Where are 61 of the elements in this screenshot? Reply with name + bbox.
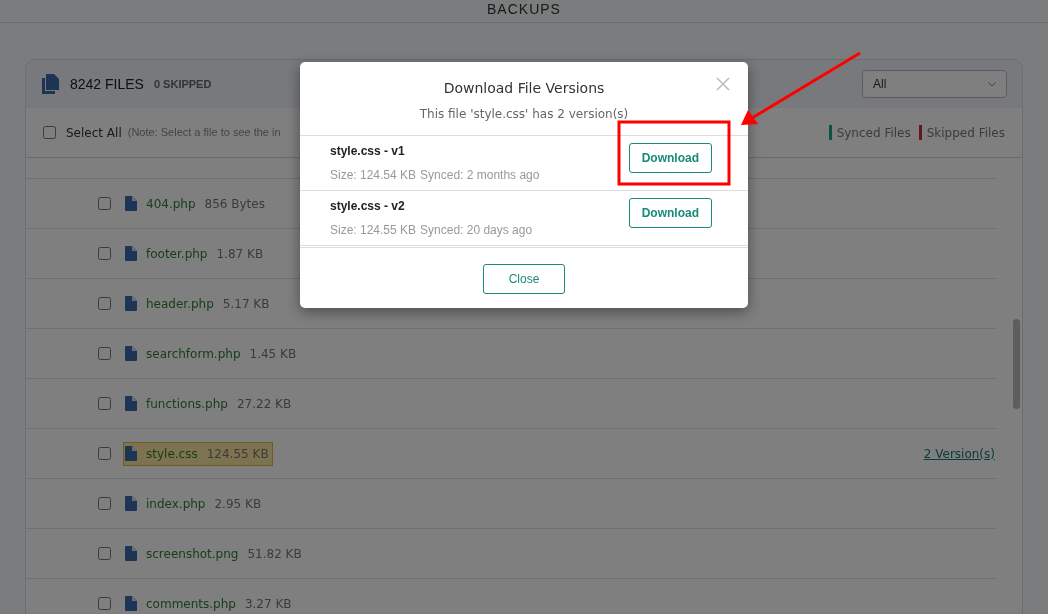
- version-name: style.css - v1: [330, 143, 406, 160]
- filter-dropdown[interactable]: All: [862, 70, 1007, 98]
- legend-label: Synced Files: [836, 124, 911, 142]
- file-size: 3.27 KB: [244, 595, 292, 613]
- file-checkbox[interactable]: [98, 547, 111, 560]
- file-size: 124.55 KB: [206, 445, 269, 463]
- document-icon: [41, 74, 60, 94]
- file-name[interactable]: header.php: [146, 294, 214, 313]
- file-size: 51.82 KB: [247, 545, 302, 563]
- select-all-checkbox[interactable]: [43, 126, 56, 139]
- file-size: 1.45 KB: [249, 345, 297, 363]
- file-name[interactable]: comments.php: [146, 594, 236, 613]
- file-name[interactable]: index.php: [146, 494, 206, 513]
- file-checkbox[interactable]: [98, 247, 111, 260]
- file-name[interactable]: searchform.php: [146, 344, 241, 363]
- scrollbar-thumb[interactable]: [1013, 319, 1020, 409]
- chevron-icon: [988, 81, 996, 87]
- file-icon: [125, 546, 137, 561]
- file-size: 27.22 KB: [236, 395, 292, 413]
- version-size: Size: 124.54 KB: [330, 168, 417, 182]
- skipped-count: 0 SKIPPED: [153, 76, 212, 92]
- file-size: 1.87 KB: [216, 245, 264, 263]
- file-icon: [125, 446, 137, 461]
- legend-label: Skipped Files: [926, 124, 1005, 142]
- file-icon: [125, 496, 137, 511]
- file-size: 5.17 KB: [222, 295, 270, 313]
- dialog-subtitle: This file 'style.css' has 2 version(s): [418, 106, 630, 123]
- file-checkbox[interactable]: [98, 197, 111, 210]
- file-checkbox[interactable]: [98, 447, 111, 460]
- file-icon: [125, 196, 137, 211]
- file-checkbox[interactable]: [98, 347, 111, 360]
- file-icon: [125, 346, 137, 361]
- dialog-title: Download File Versions: [443, 79, 605, 98]
- file-size: 856 Bytes: [204, 195, 265, 213]
- file-name[interactable]: screenshot.png: [146, 544, 239, 563]
- page-title: BACKUPS: [487, 0, 561, 16]
- file-icon: [125, 246, 137, 261]
- close-button[interactable]: Close: [482, 264, 566, 294]
- file-name[interactable]: functions.php: [146, 394, 228, 413]
- file-name[interactable]: 404.php: [146, 194, 196, 213]
- version-name: style.css - v2: [330, 198, 406, 215]
- file-checkbox[interactable]: [98, 597, 111, 610]
- file-checkbox[interactable]: [98, 397, 111, 410]
- highlighted-file[interactable]: style.css 124.55 KB: [123, 441, 273, 466]
- file-size: 2.95 KB: [214, 495, 262, 513]
- file-checkbox[interactable]: [98, 497, 111, 510]
- select-all-label: Select All: [66, 124, 122, 142]
- file-name[interactable]: footer.php: [146, 244, 208, 263]
- file-icon: [125, 396, 137, 411]
- sync-time: Synced: 2 months ago: [420, 168, 540, 182]
- versions-link[interactable]: 2 Version(s): [923, 444, 995, 463]
- close-icon[interactable]: [716, 77, 730, 91]
- file-icon: [125, 296, 137, 311]
- sync-time: Synced: 20 days ago: [420, 223, 533, 237]
- file-count: 8242 FILES: [70, 74, 144, 94]
- download-button[interactable]: Download: [628, 198, 712, 228]
- version-size: Size: 124.55 KB: [330, 223, 417, 237]
- file-icon: [125, 596, 137, 611]
- file-checkbox[interactable]: [98, 297, 111, 310]
- file-name[interactable]: style.css: [146, 444, 198, 463]
- download-button[interactable]: Download: [628, 143, 712, 173]
